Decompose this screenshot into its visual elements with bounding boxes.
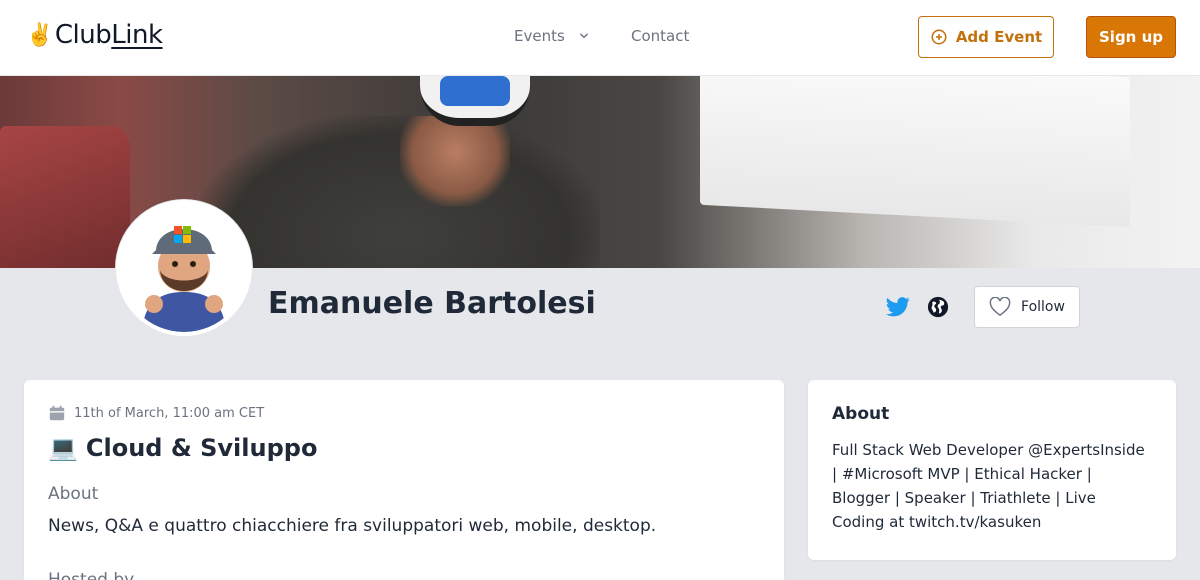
nav-events-label: Events xyxy=(514,27,565,45)
logo-text-suffix: Link xyxy=(111,20,163,50)
top-navbar: ✌️ Club Link Events Contact Add Event Sig… xyxy=(0,0,1200,76)
logo-text-prefix: Club xyxy=(54,20,112,50)
event-card[interactable]: 11th of March, 11:00 am CET 💻 Cloud & Sv… xyxy=(24,380,784,580)
globe-icon[interactable] xyxy=(927,296,949,318)
twitter-icon[interactable] xyxy=(886,296,910,318)
event-date-row: 11th of March, 11:00 am CET xyxy=(48,404,264,422)
about-text: Full Stack Web Developer @ExpertsInside … xyxy=(832,441,1145,531)
about-card: About Full Stack Web Developer @ExpertsI… xyxy=(808,380,1176,560)
add-event-button[interactable]: Add Event xyxy=(918,16,1054,58)
victory-hand-icon: ✌️ xyxy=(26,22,53,48)
follow-button[interactable]: Follow xyxy=(974,286,1080,328)
chevron-down-icon xyxy=(579,33,588,39)
event-hosted-by-label: Hosted by xyxy=(48,570,135,580)
clublink-logo[interactable]: ✌️ Club Link xyxy=(26,20,163,50)
about-title: About xyxy=(832,404,890,424)
event-title[interactable]: 💻 Cloud & Sviluppo xyxy=(48,434,317,462)
follow-label: Follow xyxy=(1021,299,1065,315)
laptop-icon: 💻 xyxy=(48,434,78,462)
event-description: News, Q&A e quattro chiacchiere fra svil… xyxy=(48,516,657,536)
heart-icon xyxy=(989,297,1011,317)
event-title-text: Cloud & Sviluppo xyxy=(85,434,318,462)
calendar-icon xyxy=(49,405,65,421)
nav-contact-link[interactable]: Contact xyxy=(631,27,689,45)
nav-events-dropdown[interactable]: Events xyxy=(514,27,591,45)
profile-name: Emanuele Bartolesi xyxy=(268,286,596,321)
event-about-label: About xyxy=(48,484,99,504)
signup-button[interactable]: Sign up xyxy=(1086,16,1176,58)
cartoon-avatar-image xyxy=(120,204,248,332)
add-event-label: Add Event xyxy=(955,28,1043,46)
event-date: 11th of March, 11:00 am CET xyxy=(74,405,265,421)
profile-avatar xyxy=(116,200,252,336)
plus-circle-icon xyxy=(931,29,947,45)
